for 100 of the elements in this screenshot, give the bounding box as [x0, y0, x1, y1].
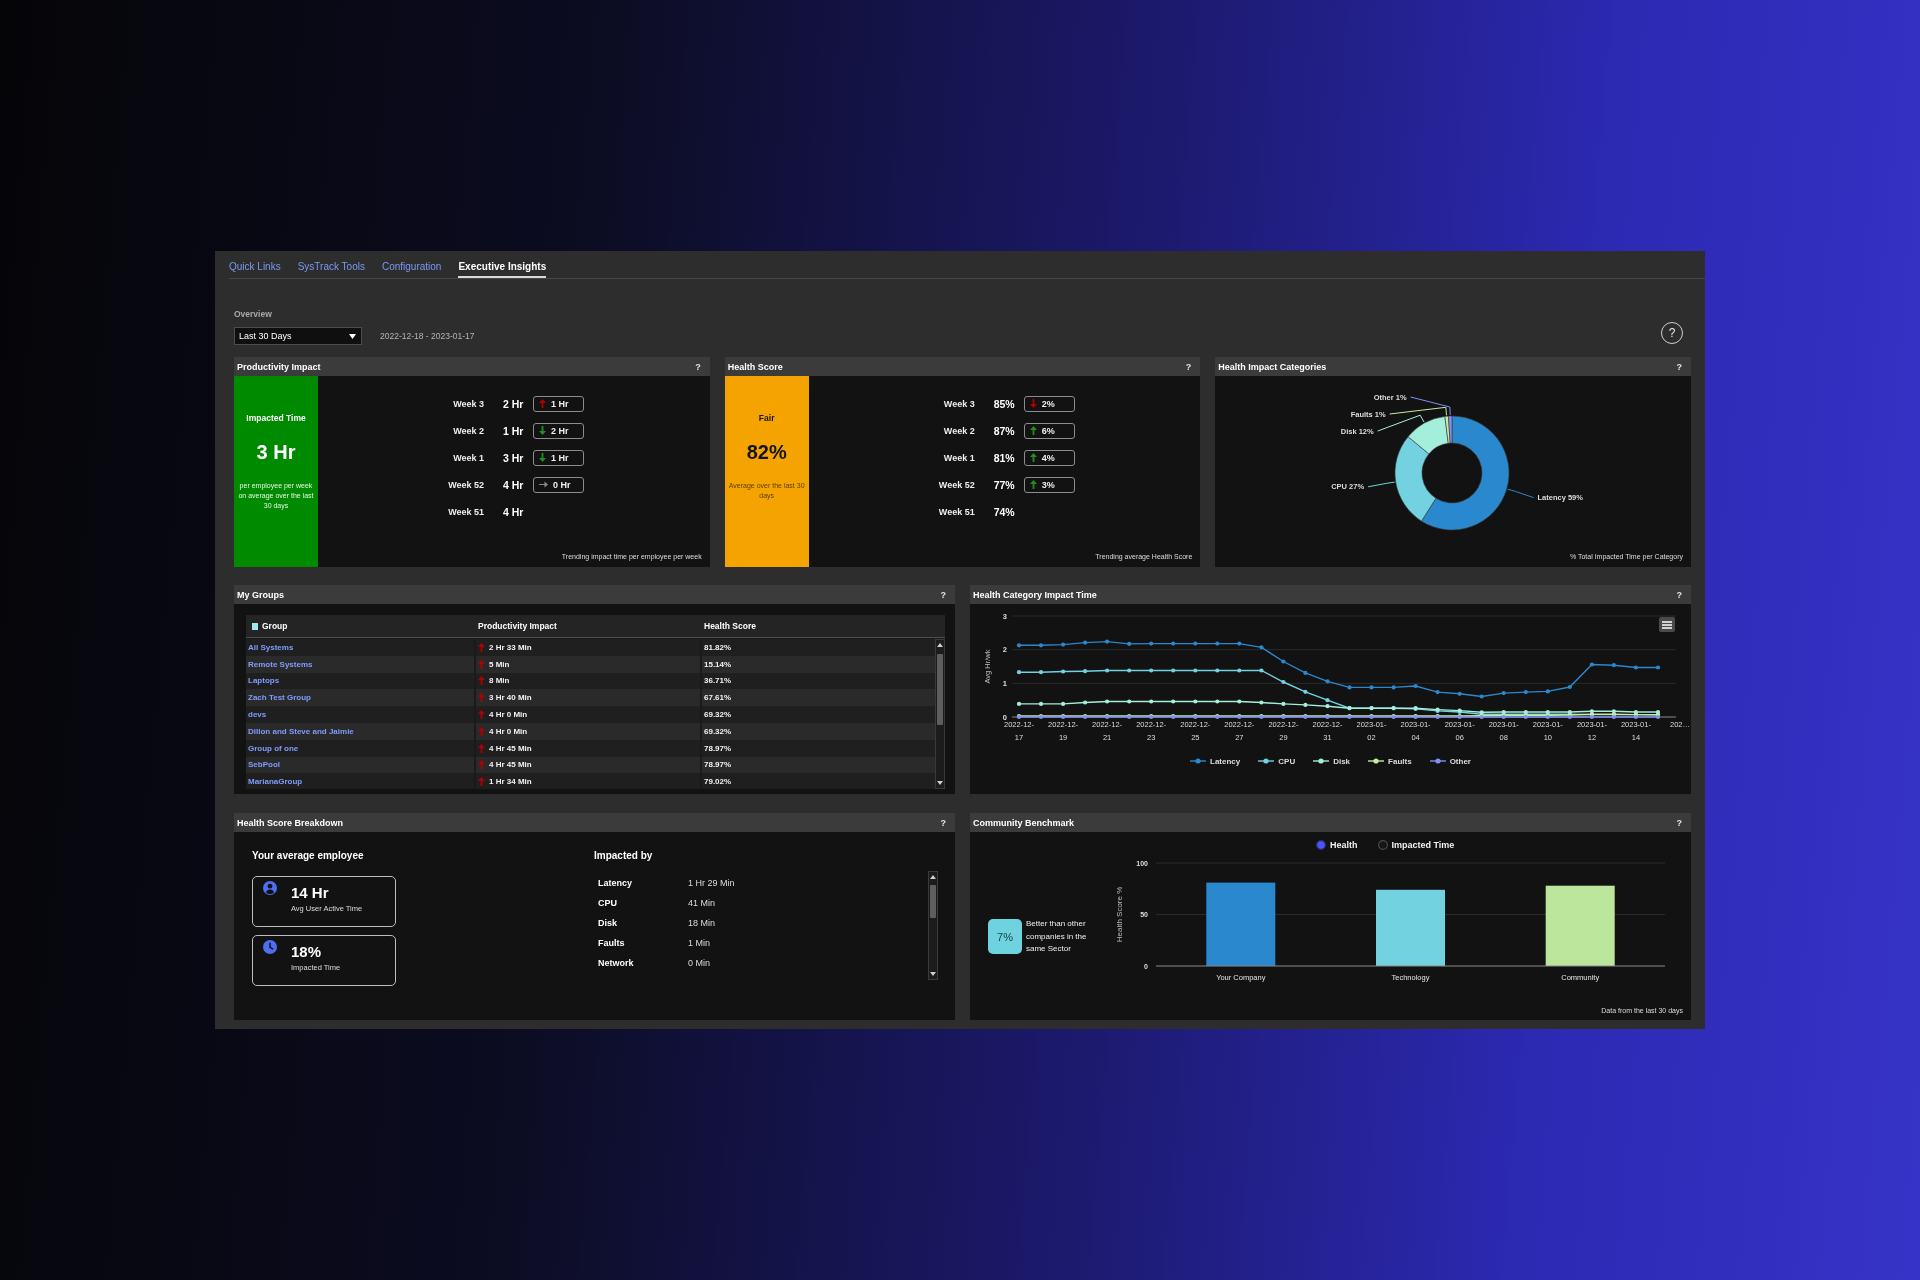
chart-menu-button[interactable] — [1659, 617, 1675, 632]
help-link[interactable]: ? — [1676, 361, 1682, 372]
range-dropdown[interactable]: Last 30 Days — [234, 327, 362, 345]
percent-badge: 7% — [988, 919, 1022, 954]
week-label: Week 52 — [448, 479, 484, 490]
clock-icon — [263, 940, 277, 954]
panel-title: Productivity Impact — [237, 361, 321, 372]
impact-value: 4 Hr 45 Min — [489, 760, 532, 770]
scroll-down-icon[interactable] — [937, 781, 943, 785]
impact-value: 1 Hr 34 Min — [489, 777, 532, 787]
tile-heading: Impacted Time — [246, 412, 306, 424]
scroll-up-icon[interactable] — [930, 875, 936, 879]
legend-label[interactable]: Faults — [1388, 756, 1412, 766]
legend-marker-icon — [1429, 758, 1446, 764]
legend-marker-icon — [1313, 758, 1330, 764]
panel-title: Health Category Impact Time — [973, 589, 1097, 600]
category-label: Latency — [598, 878, 632, 888]
help-link[interactable]: ? — [940, 817, 946, 828]
scroll-up-icon[interactable] — [937, 643, 943, 647]
week-value: 74% — [993, 505, 1015, 518]
scroll-down-icon[interactable] — [930, 972, 936, 976]
impact-value: 4 Hr 0 Min — [489, 726, 528, 736]
group-link[interactable]: Laptops — [248, 676, 280, 686]
week-value: 77% — [993, 478, 1015, 491]
change-value: 0 Hr — [553, 479, 571, 490]
legend-label[interactable]: CPU — [1278, 756, 1296, 766]
week-value: 4 Hr — [503, 505, 524, 518]
tab[interactable]: Configuration — [381, 251, 442, 278]
tile-value: 82% — [746, 440, 787, 464]
week-label: Week 1 — [453, 452, 484, 463]
help-link[interactable]: ? — [940, 589, 946, 600]
radio-option[interactable]: Health — [1316, 839, 1358, 851]
panel-title: Community Benchmark — [973, 817, 1075, 828]
change-value: 1 Hr — [551, 398, 569, 409]
legend-label[interactable]: Disk — [1333, 756, 1351, 766]
tab[interactable]: Executive Insights — [458, 251, 547, 278]
group-link[interactable]: Zach Test Group — [248, 693, 311, 703]
column-header: Productivity Impact — [478, 621, 557, 631]
help-link[interactable]: ? — [1676, 817, 1682, 828]
change-value: 2 Hr — [551, 425, 569, 436]
tile-value: 3 Hr — [256, 440, 296, 464]
help-link[interactable]: ? — [1676, 589, 1682, 600]
table-cell: 67.61% — [702, 689, 935, 707]
impact-value: 4 Hr 0 Min — [489, 710, 528, 720]
group-link[interactable]: Remote Systems — [248, 659, 313, 669]
group-link[interactable]: MarianaGroup — [248, 777, 303, 787]
group-link[interactable]: Group of one — [248, 743, 299, 753]
panel-title: Health Impact Categories — [1218, 361, 1327, 372]
tile-heading: Fair — [758, 412, 775, 424]
column-header: Health Score — [704, 621, 756, 631]
radio-option[interactable]: Impacted Time — [1377, 839, 1455, 851]
impact-value: 2 Hr 33 Min — [489, 642, 532, 652]
group-link[interactable]: SebPool — [248, 760, 280, 770]
axis-title: Health Score % — [1115, 886, 1124, 943]
category-value: 41 Min — [688, 898, 715, 908]
impact-value: 8 Min — [489, 676, 510, 686]
group-link[interactable]: All Systems — [248, 642, 294, 652]
impact-value: 3 Hr 40 Min — [489, 693, 532, 703]
legend-marker-icon — [1258, 758, 1275, 764]
panel-title: My Groups — [237, 589, 284, 600]
help-link[interactable]: ? — [1185, 361, 1192, 372]
leader-line — [1507, 488, 1535, 499]
legend-marker-icon — [1190, 758, 1207, 764]
week-label: Week 3 — [453, 398, 484, 409]
change-value: 6% — [1041, 425, 1055, 436]
category-label: Network — [598, 958, 634, 968]
category-value: 0 Min — [688, 958, 710, 968]
panel-title: Health Score Breakdown — [237, 817, 344, 828]
menu-icon — [1662, 620, 1672, 629]
help-link[interactable]: ? — [695, 361, 701, 372]
week-label: Week 3 — [943, 398, 975, 409]
section-heading: Your average employee — [252, 849, 364, 863]
week-value: 85% — [993, 397, 1015, 410]
change-value: 2% — [1041, 398, 1055, 409]
week-value: 4 Hr — [503, 478, 524, 491]
week-value: 81% — [993, 451, 1015, 464]
scrollbar[interactable] — [928, 871, 938, 980]
change-value: 3% — [1041, 479, 1055, 490]
table-cell: 79.02% — [702, 773, 935, 789]
panel-title: Health Score — [727, 361, 783, 372]
category-label: Disk — [598, 918, 617, 928]
week-label: Week 51 — [938, 506, 975, 517]
caret-icon — [349, 333, 356, 339]
section-heading: Impacted by — [594, 849, 653, 863]
tab[interactable]: SysTrack Tools — [297, 251, 365, 278]
group-link[interactable]: Dillon and Steve and Jaimie — [248, 726, 354, 736]
scrollbar-thumb[interactable] — [930, 885, 936, 918]
radio-icon[interactable] — [1377, 840, 1388, 850]
table-cell: 69.32% — [702, 706, 935, 723]
impact-value: 5 Min — [489, 659, 510, 669]
leader-line — [1367, 481, 1396, 488]
change-value: 1 Hr — [551, 452, 569, 463]
radio-icon[interactable] — [1316, 840, 1326, 850]
group-link[interactable]: devs — [248, 710, 267, 720]
legend-label[interactable]: Other — [1449, 756, 1471, 766]
scrollbar-thumb[interactable] — [937, 654, 943, 725]
scrollbar[interactable] — [935, 639, 945, 789]
week-label: Week 2 — [943, 425, 975, 436]
tab[interactable]: Quick Links — [229, 251, 281, 278]
legend-label[interactable]: Latency — [1210, 756, 1241, 766]
